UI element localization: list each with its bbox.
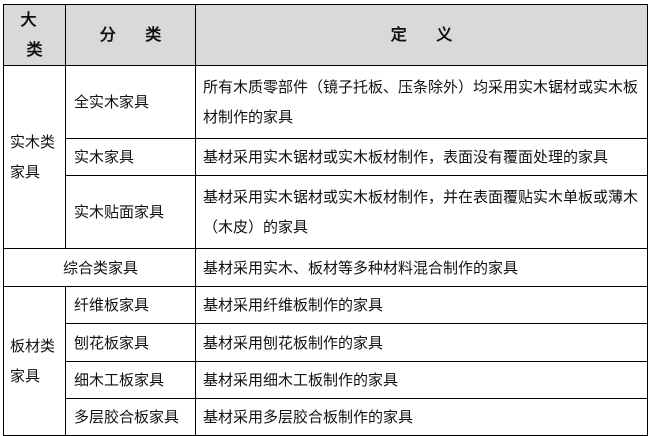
header-sub-category: 分 类 — [65, 4, 196, 66]
subcategory-cell: 实木贴面家具 — [65, 175, 196, 249]
subcategory-cell: 细木工板家具 — [65, 361, 196, 399]
definition-cell: 基材采用实木锯材或实木板材制作，并在表面覆贴实木单板或薄木（木皮）的家具 — [195, 175, 648, 249]
table-row: 实木类家具 全实木家具 所有木质零部件（镜子托板、压条除外）均采用实木锯材或实木… — [3, 65, 648, 249]
table-row: 实木贴面家具 基材采用实木锯材或实木板材制作，并在表面覆贴实木单板或薄木（木皮）… — [4, 175, 648, 249]
table-row: 板材类家具 纤维板家具 基材采用纤维板制作的家具 — [3, 286, 648, 436]
definition-cell: 基材采用实木锯材或实木板材制作，表面没有覆面处理的家具 — [195, 138, 648, 176]
subcategory-cell: 纤维板家具 — [65, 286, 196, 324]
definition-cell: 基材采用实木、板材等多种材料混合制作的家具 — [195, 248, 648, 287]
definition-cell: 基材采用刨花板制作的家具 — [195, 323, 648, 362]
category-solid-wood: 实木类家具 — [3, 65, 66, 249]
definition-cell: 所有木质零部件（镜子托板、压条除外）均采用实木锯材或实木板材制作的家具 — [195, 65, 648, 139]
header-definition: 定 义 — [195, 4, 648, 66]
table-header-row: 大 类 分 类 定 义 — [3, 4, 648, 66]
subcategory-cell: 全实木家具 — [65, 65, 196, 139]
definition-cell: 基材采用多层胶合板制作的家具 — [195, 398, 648, 436]
table-row: 细木工板家具 基材采用细木工板制作的家具 — [4, 361, 648, 399]
subcategory-cell: 多层胶合板家具 — [65, 398, 196, 436]
subcategory-cell: 实木家具 — [65, 138, 196, 176]
table-row: 刨花板家具 基材采用刨花板制作的家具 — [4, 323, 648, 362]
category-board: 板材类家具 — [3, 286, 66, 436]
header-major-category: 大 类 — [3, 4, 66, 66]
furniture-classification-table: 大 类 分 类 定 义 实木类家具 全实木家具 所有木质零部件（镜子托板、压条除… — [3, 4, 648, 436]
subcategory-cell: 刨花板家具 — [65, 323, 196, 362]
table-row: 实木家具 基材采用实木锯材或实木板材制作，表面没有覆面处理的家具 — [4, 138, 648, 176]
category-composite: 综合类家具 — [3, 248, 196, 287]
table-row: 多层胶合板家具 基材采用多层胶合板制作的家具 — [4, 398, 648, 436]
table-row: 综合类家具 基材采用实木、板材等多种材料混合制作的家具 — [3, 248, 648, 287]
definition-cell: 基材采用纤维板制作的家具 — [195, 286, 648, 324]
definition-cell: 基材采用细木工板制作的家具 — [195, 361, 648, 399]
